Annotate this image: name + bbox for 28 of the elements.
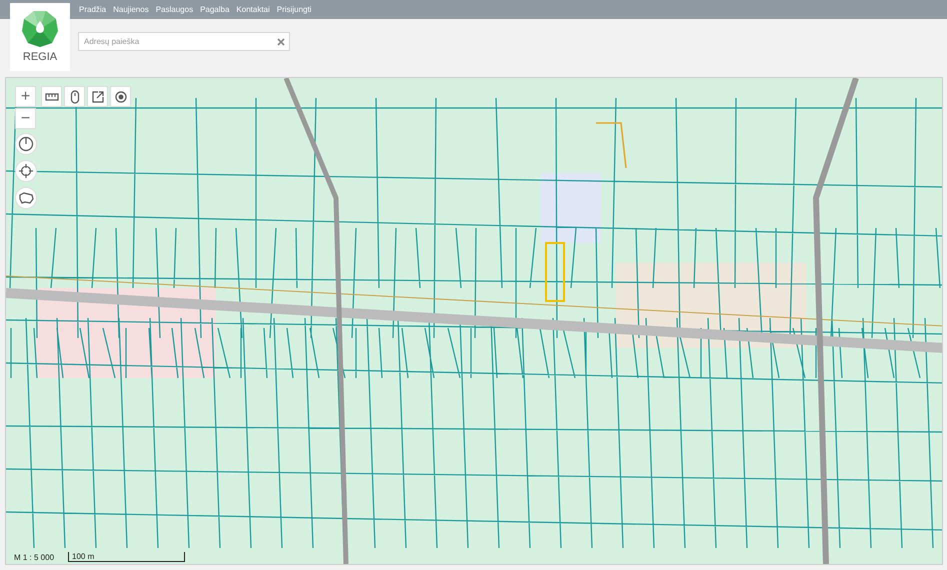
target-icon <box>114 90 126 102</box>
locate-button[interactable] <box>15 160 37 182</box>
nav-link[interactable]: Naujienos <box>113 5 149 14</box>
mouse-icon <box>70 90 80 104</box>
logo-icon <box>21 10 59 48</box>
power-button[interactable] <box>15 133 37 155</box>
target-button[interactable] <box>110 86 131 107</box>
ruler-icon <box>44 92 58 102</box>
region-button[interactable] <box>15 187 37 209</box>
mouse-button[interactable] <box>64 86 85 107</box>
share-icon <box>90 90 104 104</box>
nav-link[interactable]: Kontaktai <box>236 5 270 14</box>
zoom-out-button[interactable]: − <box>15 108 36 129</box>
region-outline-icon <box>18 191 34 205</box>
close-icon[interactable] <box>277 38 285 46</box>
nav-link[interactable]: Prisijungti <box>276 5 312 14</box>
power-icon <box>18 136 34 152</box>
zoom-in-button[interactable]: + <box>15 86 36 107</box>
scale-ratio: M 1 : 5 000 <box>14 553 54 562</box>
share-button[interactable] <box>87 86 108 107</box>
scale-bar: 100 m <box>68 552 186 562</box>
address-search-field[interactable]: Adresų paieška <box>78 32 290 51</box>
logo-text: REGIA <box>22 51 58 63</box>
crosshair-icon <box>19 164 33 178</box>
measure-button[interactable] <box>41 86 62 107</box>
nav-link[interactable]: Pradžia <box>79 5 106 14</box>
nav-link[interactable]: Pagalba <box>200 5 230 14</box>
nav-link[interactable]: Paslaugos <box>156 5 194 14</box>
